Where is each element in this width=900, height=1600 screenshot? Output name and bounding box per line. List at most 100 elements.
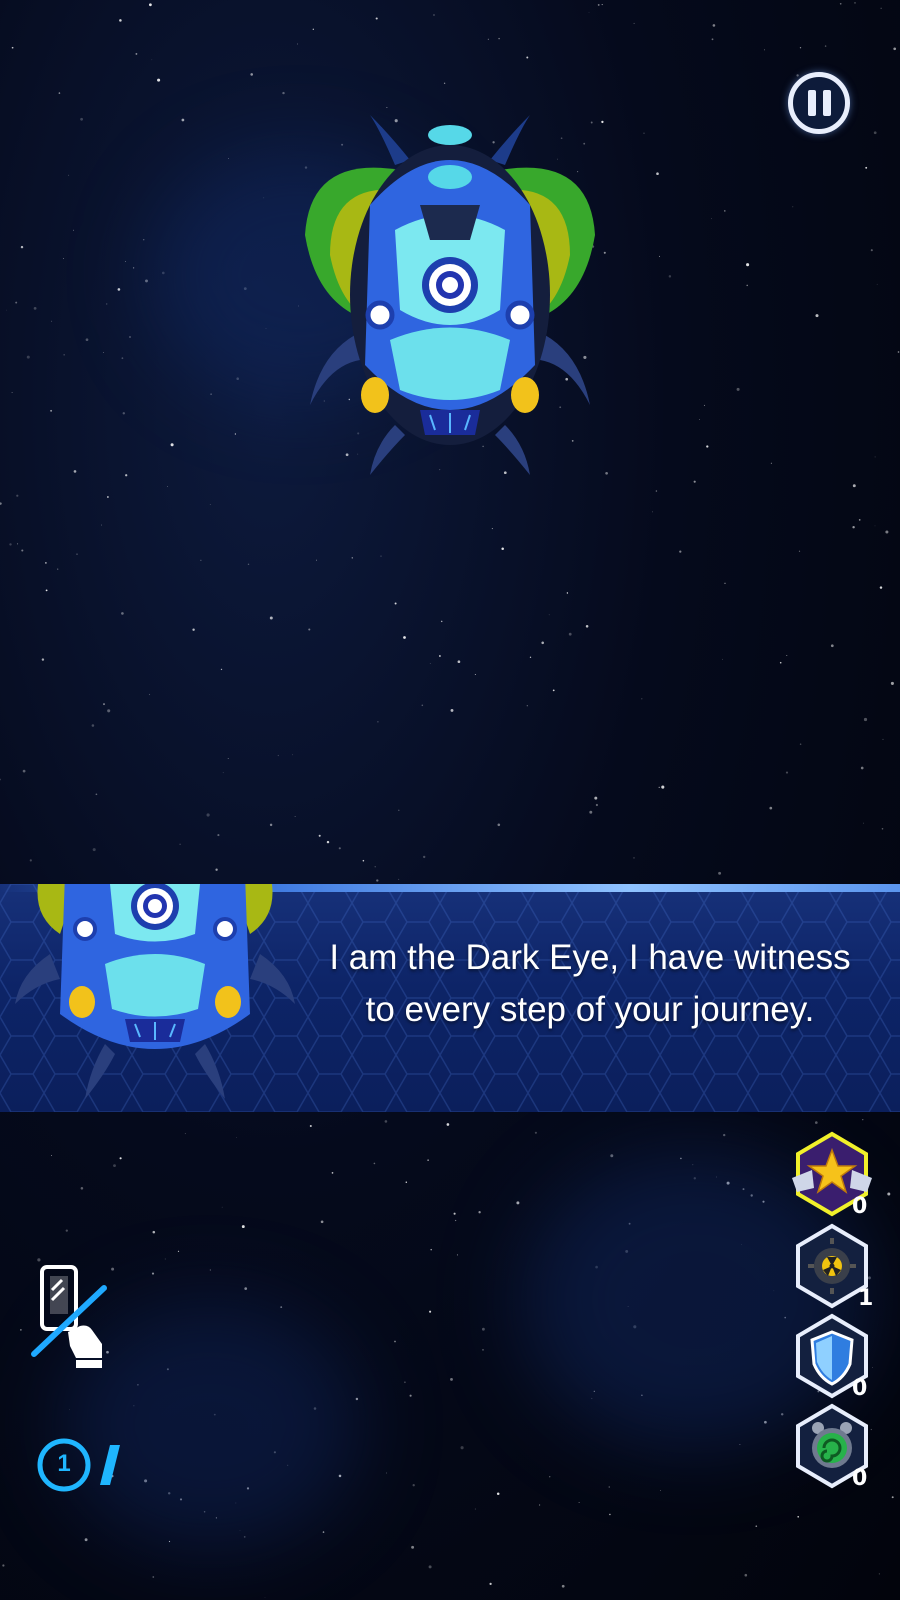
nuke-count: 1 xyxy=(858,1286,874,1311)
star xyxy=(200,559,202,561)
star xyxy=(316,559,317,561)
star xyxy=(668,275,672,278)
star xyxy=(792,206,794,208)
star xyxy=(152,1576,155,1578)
star xyxy=(294,816,296,817)
star xyxy=(496,1492,500,1496)
star xyxy=(796,74,799,77)
star xyxy=(145,279,148,283)
star xyxy=(374,866,376,868)
star xyxy=(585,625,589,628)
star xyxy=(534,1131,537,1134)
star xyxy=(119,19,122,22)
star xyxy=(220,668,223,671)
star xyxy=(41,658,45,661)
star xyxy=(679,550,682,553)
star xyxy=(164,1258,166,1260)
star xyxy=(539,1504,541,1506)
star xyxy=(601,120,604,124)
star xyxy=(885,530,889,534)
star xyxy=(863,822,864,824)
boss-portrait xyxy=(15,884,295,1099)
star xyxy=(589,810,593,814)
star xyxy=(661,785,665,789)
star xyxy=(234,433,237,435)
star xyxy=(764,49,766,51)
star xyxy=(405,1181,408,1183)
star xyxy=(151,1272,155,1275)
star xyxy=(549,1476,551,1478)
star xyxy=(457,660,461,664)
star xyxy=(428,1565,432,1569)
star xyxy=(893,47,897,51)
star xyxy=(322,1531,325,1533)
star xyxy=(799,743,802,745)
star xyxy=(125,474,128,477)
star xyxy=(57,568,59,570)
star xyxy=(769,806,773,810)
touch-control-icon[interactable] xyxy=(30,1262,110,1372)
star xyxy=(862,1119,864,1121)
star xyxy=(292,754,294,756)
star xyxy=(107,709,111,713)
star xyxy=(659,255,660,257)
star xyxy=(170,443,174,447)
star xyxy=(605,471,608,475)
life-ring-icon xyxy=(37,1438,120,1492)
star xyxy=(478,1211,481,1214)
dialog-banner[interactable]: I am the Dark Eye, I have witness to eve… xyxy=(0,884,900,1112)
star xyxy=(73,470,77,473)
star xyxy=(882,738,884,740)
star xyxy=(20,1329,22,1331)
star xyxy=(594,796,598,800)
star xyxy=(474,674,476,675)
star xyxy=(706,445,709,448)
lives-indicator: 1 xyxy=(34,1435,134,1495)
star xyxy=(50,409,53,412)
star xyxy=(404,1381,406,1384)
star xyxy=(873,131,877,135)
star xyxy=(2,1564,5,1567)
star xyxy=(641,698,643,700)
star xyxy=(384,1120,388,1123)
shield-count: 0 xyxy=(852,1376,868,1401)
star xyxy=(446,1123,450,1126)
pause-button[interactable] xyxy=(788,72,850,134)
star xyxy=(398,809,400,811)
star xyxy=(376,879,379,882)
star xyxy=(872,1367,873,1368)
star xyxy=(11,46,14,49)
star xyxy=(718,871,722,875)
star xyxy=(0,778,1,781)
star xyxy=(244,1287,248,1290)
star xyxy=(724,582,726,584)
star xyxy=(209,504,211,505)
star xyxy=(423,855,426,859)
star xyxy=(438,655,441,657)
dialog-text: I am the Dark Eye, I have witness to eve… xyxy=(300,932,880,1036)
star xyxy=(11,392,13,393)
star xyxy=(227,758,229,760)
star xyxy=(429,1310,432,1313)
star xyxy=(430,1248,432,1251)
star xyxy=(746,284,748,287)
star xyxy=(427,1159,429,1161)
star xyxy=(870,249,873,252)
star xyxy=(876,283,878,285)
star xyxy=(412,1484,415,1487)
star xyxy=(209,1269,211,1271)
star xyxy=(45,589,48,592)
dark-eye-boss[interactable] xyxy=(300,105,600,485)
star xyxy=(566,592,569,594)
star xyxy=(498,37,500,40)
star xyxy=(318,834,321,837)
star xyxy=(184,1133,186,1135)
star xyxy=(16,494,19,497)
star xyxy=(456,1254,458,1256)
star xyxy=(526,705,528,707)
star xyxy=(814,1121,818,1124)
star xyxy=(660,1490,661,1492)
star xyxy=(723,1133,726,1137)
star xyxy=(746,263,750,267)
star xyxy=(385,1472,388,1474)
